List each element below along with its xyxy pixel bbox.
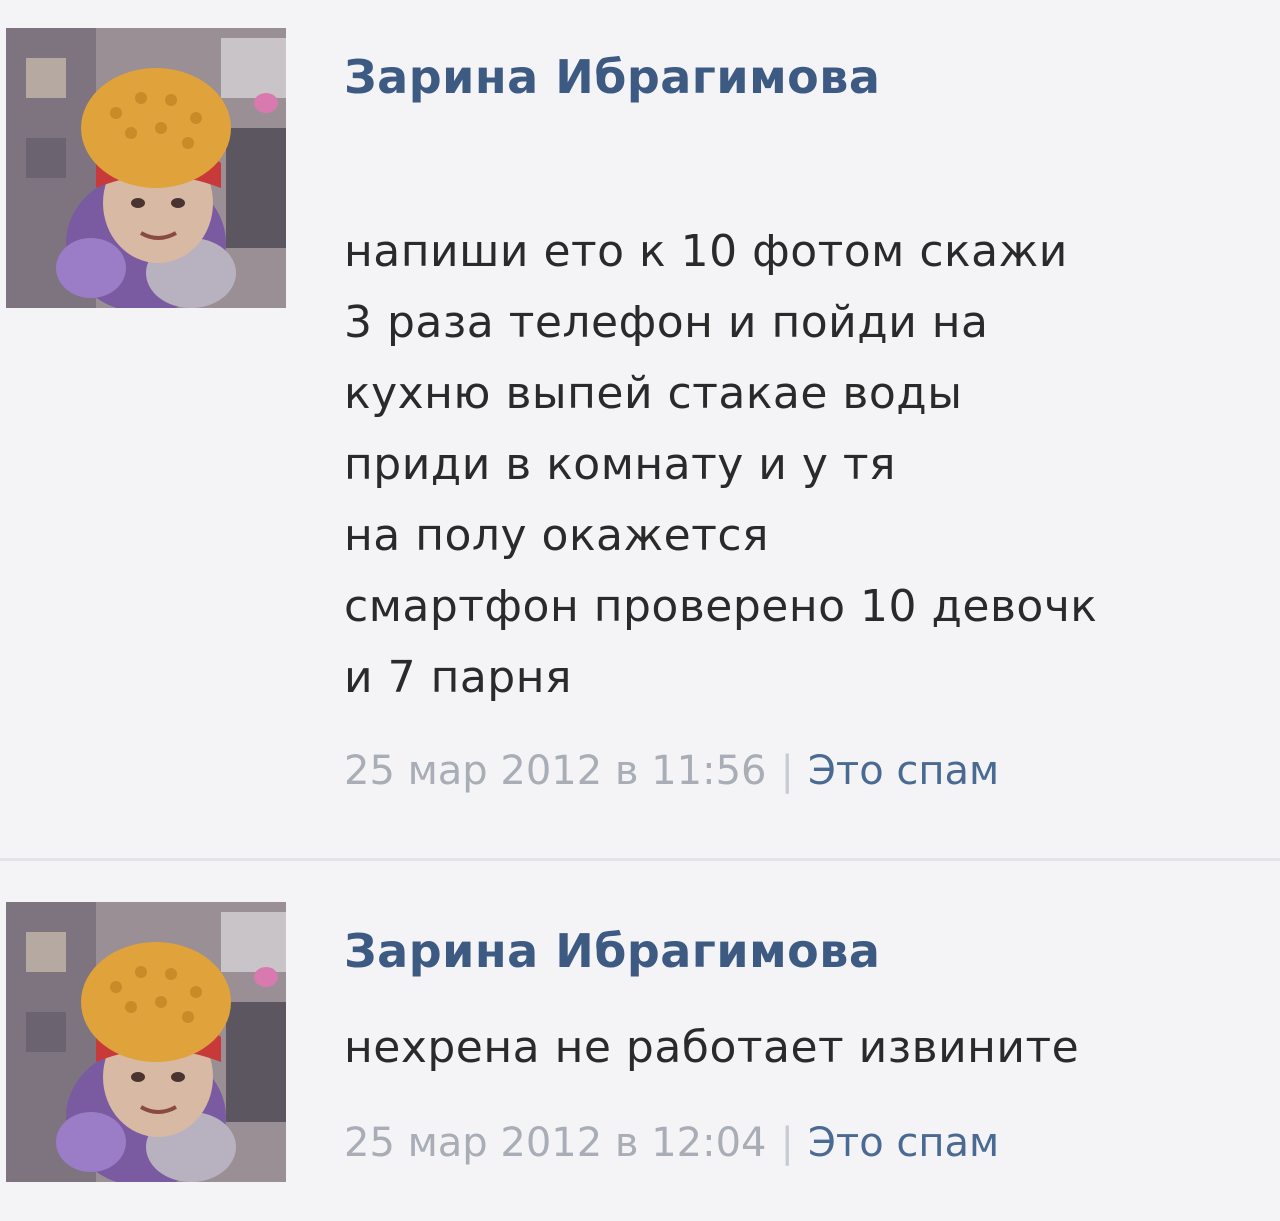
meta-separator: | (780, 748, 794, 794)
author-name-link[interactable]: Зарина Ибрагимова (344, 924, 880, 978)
avatar-photo-icon (6, 902, 286, 1182)
comment-meta: 25 мар 2012 в 12:04 | Это спам (344, 1120, 999, 1166)
comment-meta: 25 мар 2012 в 11:56 | Это спам (344, 748, 999, 794)
meta-separator: | (780, 1120, 794, 1166)
comments-page: Зарина Ибрагимова напиши ето к 10 фотом … (0, 0, 1280, 1221)
comment-divider (0, 858, 1280, 861)
comment-date[interactable]: 25 мар 2012 в 12:04 (344, 1120, 766, 1166)
comment-text: нехрена не работает извините (344, 1022, 1080, 1073)
avatar[interactable] (6, 28, 286, 308)
comment-item: Зарина Ибрагимова нехрена не работает из… (0, 862, 1280, 1221)
avatar[interactable] (6, 902, 286, 1182)
comment-item: Зарина Ибрагимова напиши ето к 10 фотом … (0, 0, 1280, 858)
author-name-link[interactable]: Зарина Ибрагимова (344, 50, 880, 104)
report-spam-link[interactable]: Это спам (808, 748, 999, 794)
report-spam-link[interactable]: Это спам (808, 1120, 999, 1166)
avatar-photo-icon (6, 28, 286, 308)
comment-text: напиши ето к 10 фотом скажи 3 раза телеф… (344, 226, 1098, 703)
comment-date[interactable]: 25 мар 2012 в 11:56 (344, 748, 766, 794)
